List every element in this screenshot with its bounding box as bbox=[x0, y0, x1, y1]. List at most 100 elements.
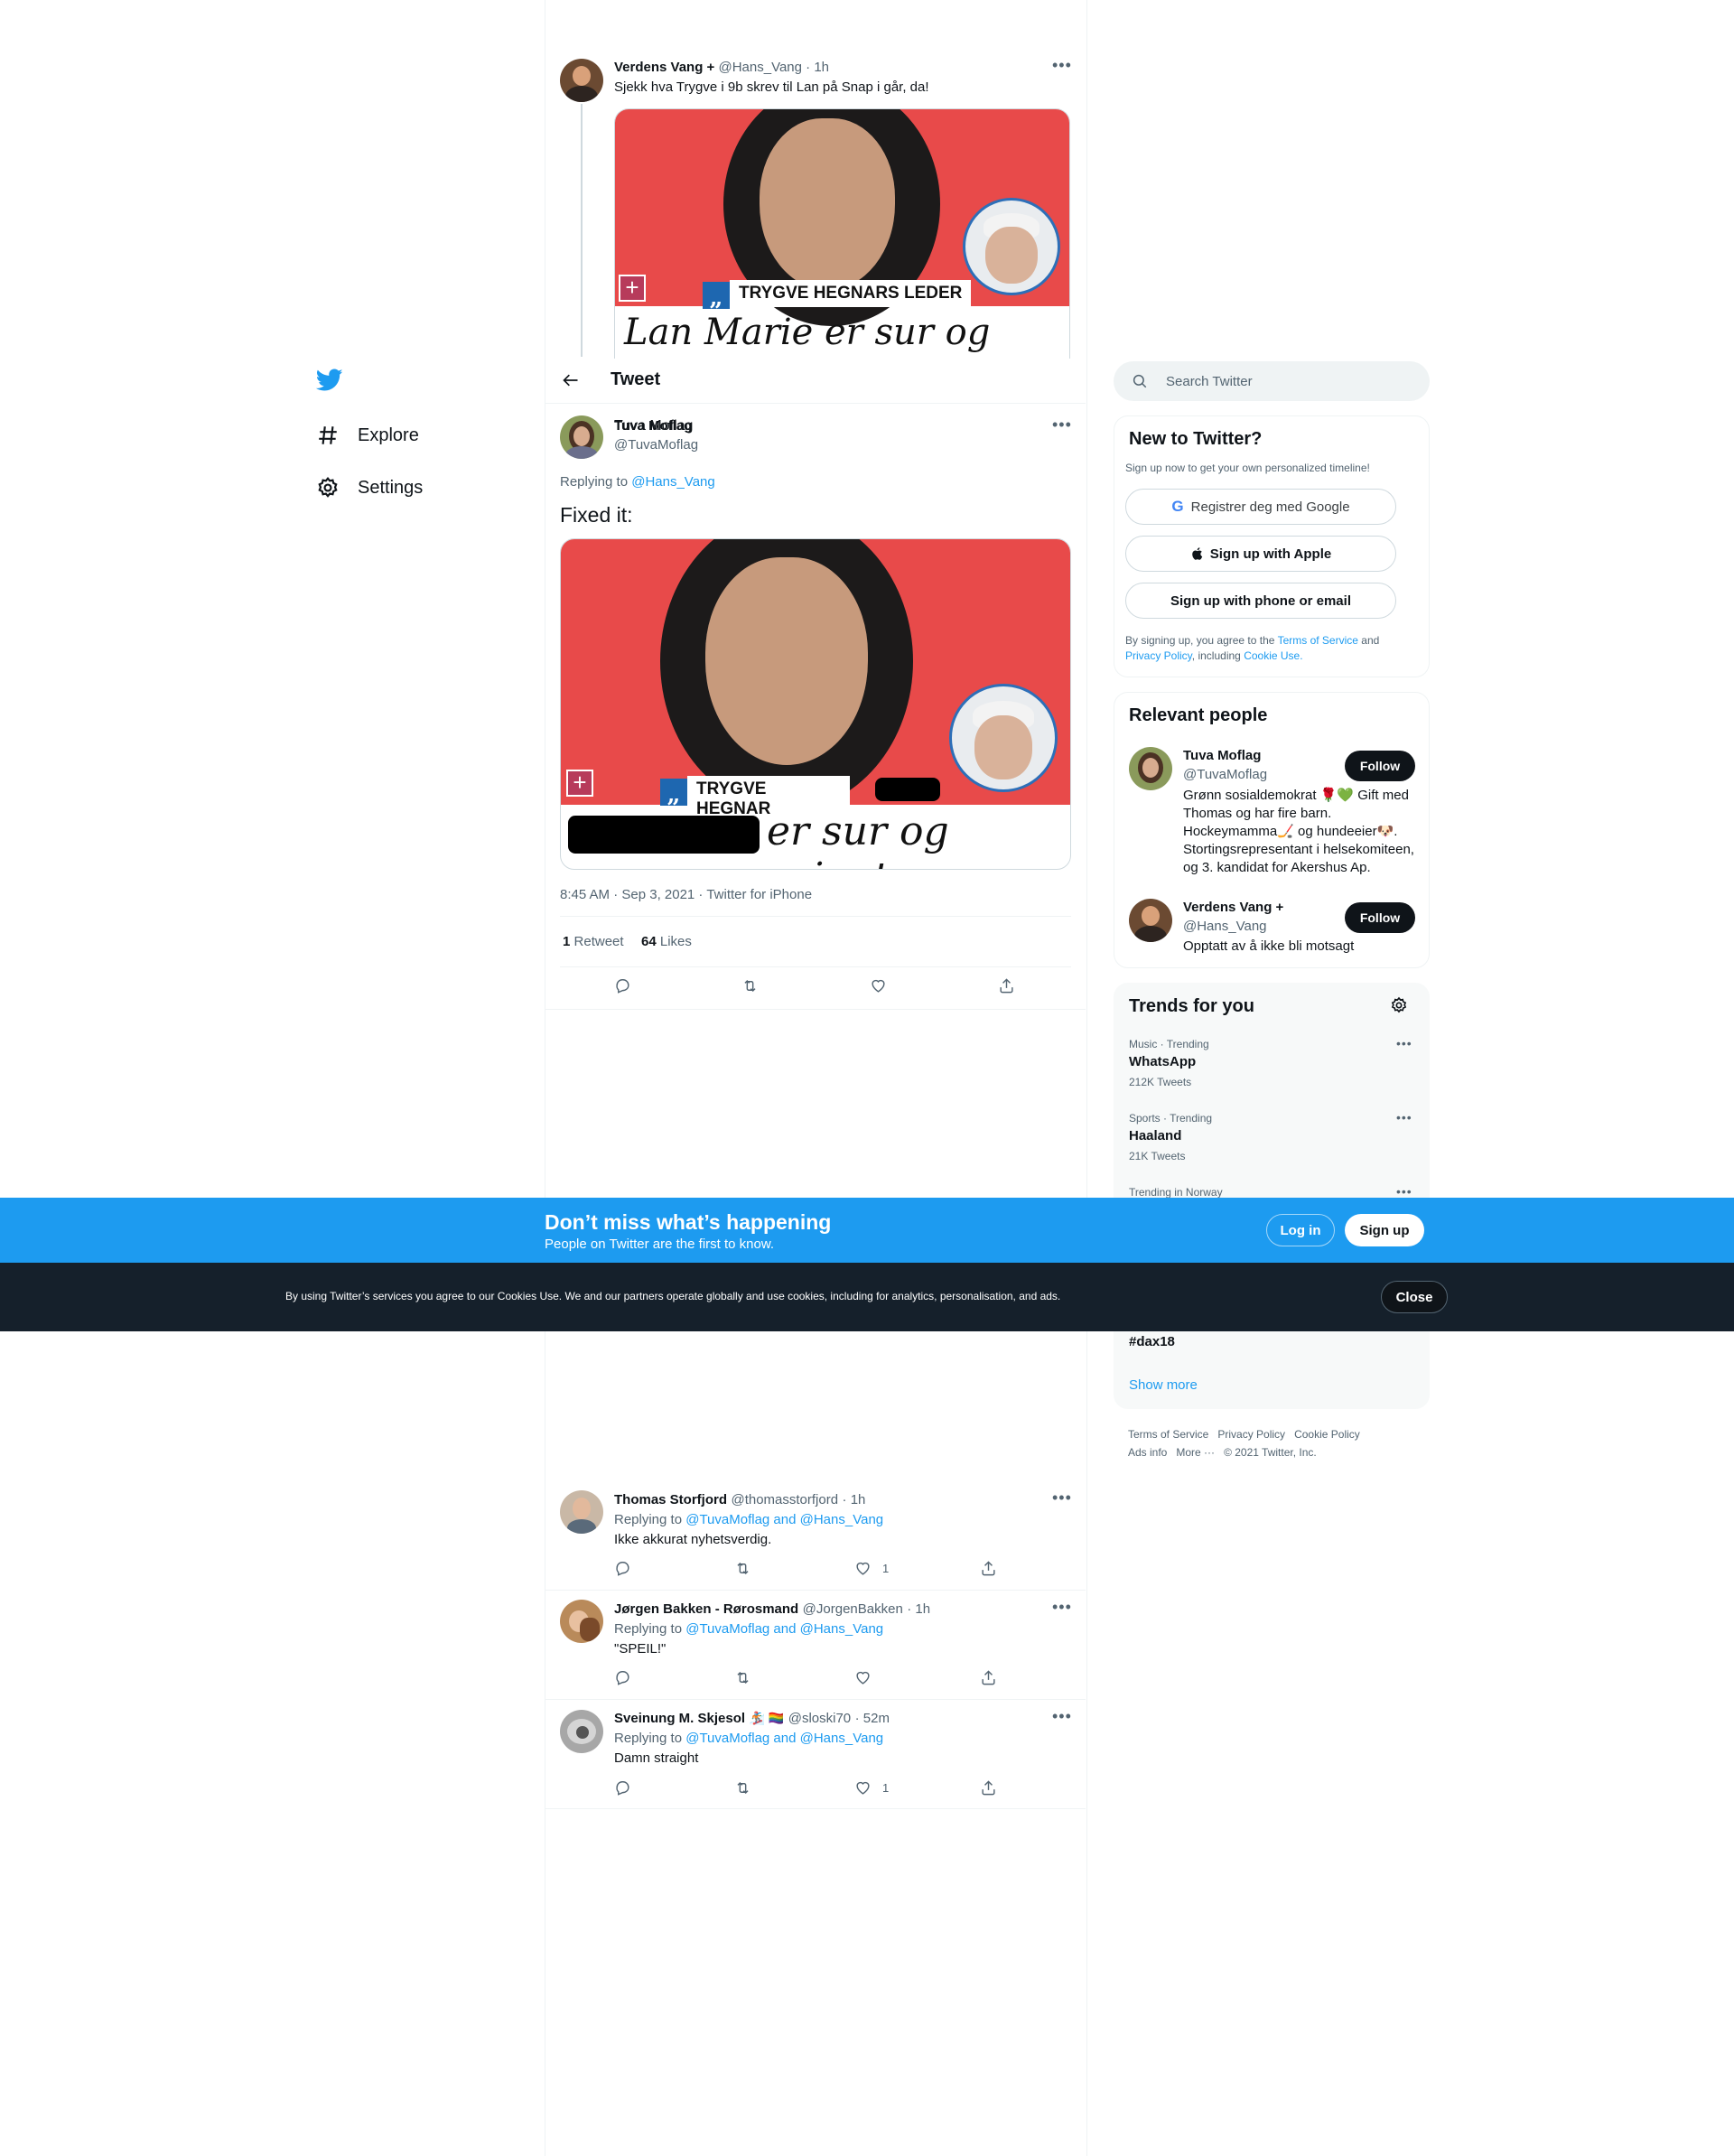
image-inset-portrait bbox=[963, 198, 1060, 295]
terms-link[interactable]: Terms of Service bbox=[1278, 634, 1358, 647]
reply-button[interactable] bbox=[614, 977, 642, 994]
reply-name[interactable]: Thomas Storfjord bbox=[614, 1492, 727, 1507]
reply-text: Damn straight bbox=[614, 1750, 699, 1766]
avatar-thomas-storfjord[interactable] bbox=[560, 1490, 603, 1534]
avatar-jorgen-bakken[interactable] bbox=[560, 1600, 603, 1643]
reply-header: Sveinung M. Skjesol 🏂 🏳️‍🌈 @sloski70 · 5… bbox=[614, 1711, 890, 1727]
trend-item[interactable]: Music · Trending WhatsApp 212K Tweets ••… bbox=[1114, 1036, 1431, 1112]
avatar-tuva-moflag[interactable] bbox=[560, 415, 603, 459]
parent-tweet-name[interactable]: Verdens Vang + bbox=[614, 60, 714, 75]
main-tweet-name-text[interactable]: Tuva Moflag bbox=[614, 418, 692, 434]
footer-more-link[interactable]: More ··· bbox=[1176, 1446, 1215, 1459]
reply-replying: Replying to @TuvaMoflag and @Hans_Vang bbox=[614, 1621, 883, 1637]
avatar-verdens-vang[interactable] bbox=[560, 59, 603, 102]
parent-tweet-handle[interactable]: @Hans_Vang bbox=[718, 60, 802, 75]
footer-privacy-link[interactable]: Privacy Policy bbox=[1217, 1428, 1285, 1441]
replying-to-link[interactable]: @TuvaMoflag and @Hans_Vang bbox=[685, 1512, 883, 1527]
phone-signup-button[interactable]: Sign up with phone or email bbox=[1125, 583, 1396, 619]
retweet-button[interactable] bbox=[741, 977, 769, 994]
reply-more-icon[interactable]: ••• bbox=[1052, 1707, 1072, 1726]
signup-button[interactable]: Sign up bbox=[1345, 1214, 1424, 1246]
main-tweet-handle[interactable]: @TuvaMoflag bbox=[614, 437, 698, 453]
main-tweet-more-icon[interactable]: ••• bbox=[1052, 415, 1072, 434]
share-button[interactable] bbox=[980, 1560, 1008, 1577]
retweet-button[interactable] bbox=[734, 1669, 762, 1686]
follow-button[interactable]: Follow bbox=[1345, 902, 1415, 933]
nav-explore-label: Explore bbox=[358, 425, 419, 445]
reply-button[interactable] bbox=[614, 1669, 642, 1686]
parent-tweet-image[interactable]: + „ TRYGVE HEGNARS LEDER Lan Marie er su… bbox=[614, 108, 1070, 359]
reply-time[interactable]: · 1h bbox=[907, 1601, 930, 1617]
like-button[interactable]: 1 bbox=[854, 1560, 889, 1577]
main-tweet-image[interactable]: + „ TRYGVE HEGNAR er sur og grinete bbox=[560, 538, 1071, 870]
reply-more-icon[interactable]: ••• bbox=[1052, 1489, 1072, 1507]
footer-ads-link[interactable]: Ads info bbox=[1128, 1446, 1167, 1459]
parent-tweet-time[interactable]: · 1h bbox=[806, 60, 829, 75]
more-options-icon[interactable]: ••• bbox=[1052, 56, 1072, 75]
replying-to-link[interactable]: @TuvaMoflag and @Hans_Vang bbox=[685, 1731, 883, 1746]
cookie-link[interactable]: Cookie Use. bbox=[1244, 649, 1302, 662]
trend-more-icon[interactable]: ••• bbox=[1396, 1110, 1412, 1125]
person-name[interactable]: Tuva Moflag bbox=[1183, 748, 1261, 763]
reply-icon bbox=[616, 1671, 629, 1685]
reply-handle[interactable]: @sloski70 bbox=[788, 1711, 851, 1726]
reply-time[interactable]: · 52m bbox=[855, 1711, 890, 1726]
cookie-close-button[interactable]: Close bbox=[1381, 1281, 1448, 1313]
apple-signup-button[interactable]: Sign up with Apple bbox=[1125, 536, 1396, 572]
quote-icon: „ bbox=[703, 282, 730, 312]
trend-more-icon[interactable]: ••• bbox=[1396, 1184, 1412, 1199]
show-more-link[interactable]: Show more bbox=[1129, 1377, 1198, 1393]
person-handle[interactable]: @TuvaMoflag bbox=[1183, 767, 1267, 782]
cookie-consent-bar: By using Twitter’s services you agree to… bbox=[0, 1263, 1734, 1331]
person-name[interactable]: Verdens Vang + bbox=[1183, 900, 1283, 915]
share-button[interactable] bbox=[980, 1779, 1008, 1797]
avatar-sveinung-skjesol[interactable] bbox=[560, 1710, 603, 1753]
reply-text: "SPEIL!" bbox=[614, 1641, 667, 1657]
privacy-link[interactable]: Privacy Policy bbox=[1125, 649, 1192, 662]
nav-explore[interactable]: Explore bbox=[316, 414, 419, 457]
card-title: New to Twitter? bbox=[1129, 429, 1263, 449]
footer-cookie-link[interactable]: Cookie Policy bbox=[1294, 1428, 1360, 1441]
reply-name[interactable]: Sveinung M. Skjesol bbox=[614, 1711, 745, 1726]
trends-settings-gear-icon[interactable] bbox=[1390, 996, 1408, 1019]
replying-to-link[interactable]: @Hans_Vang bbox=[631, 474, 715, 490]
reply-button[interactable] bbox=[614, 1560, 642, 1577]
reply-button[interactable] bbox=[614, 1779, 642, 1797]
login-button[interactable]: Log in bbox=[1266, 1214, 1335, 1246]
trend-more-icon[interactable]: ••• bbox=[1396, 1036, 1412, 1050]
trends-card: Trends for you Music · Trending WhatsApp… bbox=[1114, 983, 1430, 1409]
nav-settings[interactable]: Settings bbox=[316, 466, 423, 509]
back-arrow-icon[interactable] bbox=[562, 371, 580, 394]
retweet-button[interactable] bbox=[734, 1779, 762, 1797]
google-signup-button[interactable]: G Registrer deg med Google bbox=[1125, 489, 1396, 525]
trend-context: Sports · Trending bbox=[1129, 1112, 1213, 1125]
column-border-right bbox=[1086, 0, 1087, 2156]
reply-name[interactable]: Jørgen Bakken - Rørosmand bbox=[614, 1601, 798, 1617]
reply-more-icon[interactable]: ••• bbox=[1052, 1598, 1072, 1617]
person-handle[interactable]: @Hans_Vang bbox=[1183, 919, 1267, 934]
retweet-icon bbox=[737, 1671, 749, 1685]
follow-button[interactable]: Follow bbox=[1345, 751, 1415, 781]
footer-terms-link[interactable]: Terms of Service bbox=[1128, 1428, 1208, 1441]
avatar-tuva-moflag[interactable] bbox=[1129, 747, 1172, 790]
search-bar[interactable]: Search Twitter bbox=[1114, 361, 1430, 401]
share-button[interactable] bbox=[998, 977, 1026, 994]
replying-to-link[interactable]: @TuvaMoflag and @Hans_Vang bbox=[685, 1621, 883, 1637]
like-button[interactable]: 1 bbox=[854, 1779, 889, 1797]
search-icon bbox=[1133, 374, 1147, 388]
retweets-stat[interactable]: 1 Retweet bbox=[563, 934, 624, 949]
twitter-logo-icon[interactable] bbox=[315, 369, 343, 397]
trend-item[interactable]: Sports · Trending Haaland 21K Tweets ••• bbox=[1114, 1110, 1431, 1186]
like-button[interactable] bbox=[854, 1669, 882, 1686]
reply-text: Ikke akkurat nyhetsverdig. bbox=[614, 1532, 772, 1547]
retweet-button[interactable] bbox=[734, 1560, 762, 1577]
like-button[interactable] bbox=[870, 977, 898, 994]
share-button[interactable] bbox=[980, 1669, 1008, 1686]
new-to-twitter-card: New to Twitter? Sign up now to get your … bbox=[1114, 415, 1430, 677]
avatar-verdens-vang[interactable] bbox=[1129, 899, 1172, 942]
trend-name[interactable]: #dax18 bbox=[1129, 1334, 1175, 1349]
reply-handle[interactable]: @JorgenBakken bbox=[803, 1601, 903, 1617]
reply-time[interactable]: · 1h bbox=[843, 1492, 866, 1507]
likes-stat[interactable]: 64 Likes bbox=[641, 934, 692, 949]
reply-handle[interactable]: @thomasstorfjord bbox=[731, 1492, 838, 1507]
